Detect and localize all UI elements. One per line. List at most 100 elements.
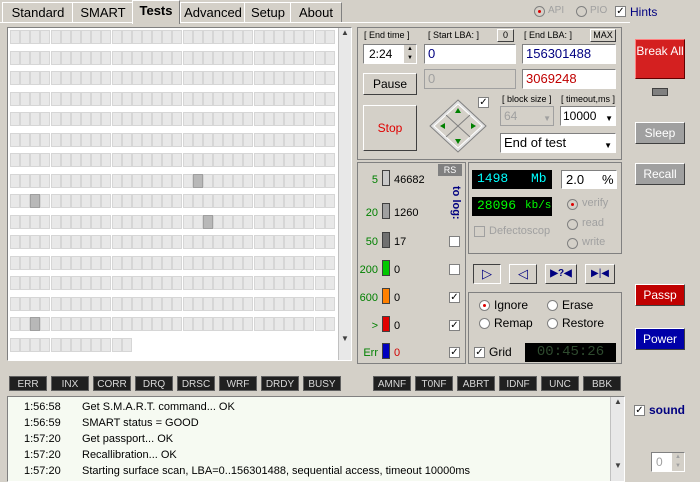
range-log-checkbox[interactable]: ✓ xyxy=(449,292,460,303)
tab-smart[interactable]: SMART xyxy=(72,2,134,23)
tab-standard[interactable]: Standard xyxy=(2,2,74,23)
surface-block xyxy=(30,112,41,126)
timeout-select[interactable]: 10000 ▼ xyxy=(560,106,616,126)
surface-block xyxy=(101,214,112,229)
surface-block xyxy=(70,214,81,229)
surface-block xyxy=(202,112,213,126)
tab-setup[interactable]: Setup xyxy=(244,2,292,23)
surface-block xyxy=(192,296,203,311)
log-row: 1:56:59 SMART status = GOOD xyxy=(8,415,608,431)
surface-block xyxy=(192,50,203,65)
log-time: 1:57:20 xyxy=(24,465,61,477)
play-backward-button[interactable]: ◁ xyxy=(509,264,537,284)
tab-about[interactable]: About xyxy=(290,2,342,23)
sound-spinner[interactable]: 0 ▲ ▼ xyxy=(651,452,685,472)
direction-checkbox[interactable]: ✓ xyxy=(478,97,489,108)
range-log-checkbox[interactable]: ✓ xyxy=(449,320,460,331)
surface-block xyxy=(182,276,193,290)
log-scroll-up-icon[interactable]: ▲ xyxy=(612,397,624,409)
end-action-dropdown-icon[interactable]: ▼ xyxy=(604,137,612,155)
pio-radio[interactable] xyxy=(576,6,587,17)
surface-block xyxy=(40,317,51,331)
surface-map-grid xyxy=(10,30,336,358)
surface-block xyxy=(324,91,335,106)
surface-block xyxy=(101,296,112,311)
surface-block xyxy=(263,194,274,208)
end-action-select[interactable]: End of test ▼ xyxy=(500,133,616,153)
surface-block xyxy=(324,317,335,331)
scroll-up-arrow-icon[interactable]: ▲ xyxy=(339,28,351,40)
surface-block xyxy=(131,276,142,290)
timeout-dropdown-icon[interactable]: ▼ xyxy=(605,110,613,128)
log-time: 1:57:20 xyxy=(24,433,61,445)
surface-block xyxy=(192,235,203,249)
api-radio[interactable] xyxy=(534,6,545,17)
surface-block xyxy=(40,194,51,208)
end-time-input[interactable]: 2:24 ▲ ▼ xyxy=(363,44,417,64)
surface-block xyxy=(304,235,315,249)
break-all-button[interactable]: Break All xyxy=(635,39,685,79)
surface-block xyxy=(263,71,274,85)
recall-button[interactable]: Recall xyxy=(635,163,685,185)
end-lba-input[interactable]: 156301488 xyxy=(522,44,616,64)
block-size-select[interactable]: 64 ▼ xyxy=(500,106,554,126)
surface-block xyxy=(70,173,81,188)
surface-block xyxy=(233,214,244,229)
range-log-checkbox[interactable] xyxy=(449,264,460,275)
surface-block xyxy=(152,214,163,229)
tab-advanced[interactable]: Advanced xyxy=(180,2,246,23)
pause-button[interactable]: Pause xyxy=(363,73,417,95)
surface-block xyxy=(243,173,254,188)
surface-block xyxy=(202,296,213,311)
butterfly-button[interactable]: ▶|◀ xyxy=(585,264,615,284)
surface-map-scrollbar[interactable]: ▲ ▼ xyxy=(338,28,351,360)
remap-radio[interactable] xyxy=(479,318,490,329)
end-time-spinner-icon[interactable]: ▲ ▼ xyxy=(404,45,416,63)
surface-block xyxy=(40,50,51,65)
surface-block xyxy=(202,50,213,65)
log-scroll-down-icon[interactable]: ▼ xyxy=(612,461,624,473)
passp-button[interactable]: Passp xyxy=(635,284,685,306)
start-lba-reset-button[interactable]: 0 xyxy=(497,29,514,42)
log-scrollbar[interactable]: ▲ ▼ xyxy=(610,397,624,481)
stop-button[interactable]: Stop xyxy=(363,105,417,151)
tab-tests[interactable]: Tests xyxy=(132,0,180,24)
scroll-down-arrow-icon[interactable]: ▼ xyxy=(339,334,351,346)
surface-block xyxy=(172,317,183,331)
surface-block xyxy=(50,173,61,188)
range-log-checkbox[interactable] xyxy=(449,236,460,247)
grid-checkbox[interactable]: ✓ xyxy=(474,347,485,358)
verify-radio[interactable] xyxy=(567,199,578,210)
surface-block xyxy=(223,30,234,44)
surface-block xyxy=(324,296,335,311)
play-forward-button[interactable]: ▷ xyxy=(473,264,501,284)
surface-block xyxy=(253,296,264,311)
hints-checkbox[interactable]: ✓ xyxy=(615,6,626,17)
block-size-dropdown-icon[interactable]: ▼ xyxy=(543,110,551,128)
random-seek-button[interactable]: ▶?◀ xyxy=(545,264,577,284)
power-button[interactable]: Power xyxy=(635,328,685,350)
restore-label: Restore xyxy=(562,316,605,330)
surface-block xyxy=(304,153,315,167)
start-lba-input[interactable]: 0 xyxy=(424,44,516,64)
surface-block xyxy=(81,71,92,85)
surface-block xyxy=(253,91,264,106)
surface-block xyxy=(40,91,51,106)
surface-block xyxy=(192,112,203,126)
range-count: 0 xyxy=(394,292,401,304)
ignore-radio[interactable] xyxy=(479,300,490,311)
read-radio[interactable] xyxy=(567,219,578,230)
surface-block xyxy=(223,276,234,290)
sound-spinner-icon[interactable]: ▲ ▼ xyxy=(672,453,684,471)
range-log-checkbox[interactable]: ✓ xyxy=(449,347,460,358)
write-radio[interactable] xyxy=(567,238,578,249)
end-lba-max-button[interactable]: MAX xyxy=(590,29,616,42)
restore-radio[interactable] xyxy=(547,318,558,329)
sleep-button[interactable]: Sleep xyxy=(635,122,685,144)
defectoscope-checkbox[interactable] xyxy=(474,226,485,237)
surface-block xyxy=(121,91,132,106)
surface-block xyxy=(192,276,203,290)
erase-radio[interactable] xyxy=(547,300,558,311)
sound-checkbox[interactable]: ✓ xyxy=(634,405,645,416)
surface-block xyxy=(91,91,102,106)
